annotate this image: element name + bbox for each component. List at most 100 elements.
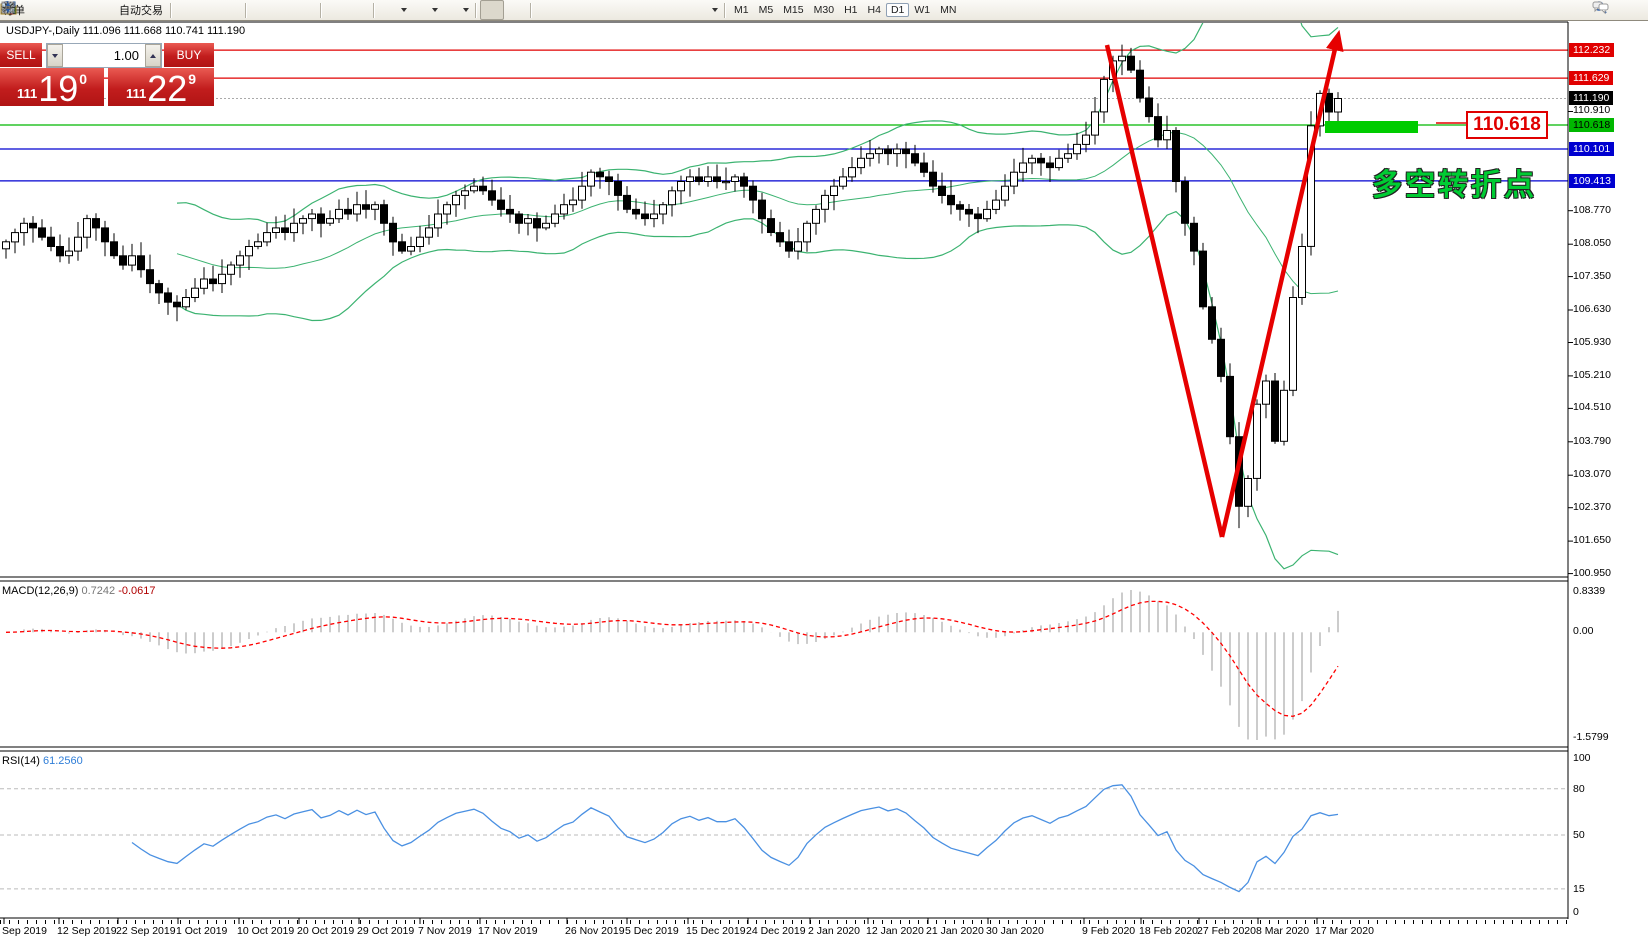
label-icon[interactable]: T: [667, 1, 689, 19]
buy-button[interactable]: BUY: [164, 43, 214, 67]
date-label: 27 Feb 2020: [1197, 925, 1256, 937]
date-label: 9 Feb 2020: [1082, 925, 1135, 937]
line-chart-icon[interactable]: [219, 1, 241, 19]
toolbar-separator: [475, 3, 476, 18]
macd-axis-zero: 0.00: [1573, 625, 1593, 637]
turning-point-annotation[interactable]: 多空转折点: [1372, 160, 1537, 204]
date-label: 22 Sep 2019: [116, 925, 176, 937]
market-icon[interactable]: [94, 1, 116, 19]
periods-icon[interactable]: [409, 1, 431, 19]
chart-shift-icon[interactable]: [347, 1, 369, 19]
toolbar-separator: [373, 3, 374, 18]
price-tick-label: 107.350: [1573, 270, 1611, 282]
sell-price-sup: 0: [79, 71, 87, 87]
tf-d1[interactable]: D1: [886, 3, 909, 17]
rsi-axis-label: 15: [1573, 883, 1585, 895]
text-icon[interactable]: A: [645, 1, 667, 19]
bar-chart-icon[interactable]: [175, 1, 197, 19]
search-icon[interactable]: [1592, 1, 1614, 19]
zoom-in-icon[interactable]: [250, 1, 272, 19]
templates-dropdown-caret[interactable]: [463, 8, 469, 12]
autotrade-button[interactable]: 自动交易: [116, 2, 166, 18]
new-order-button[interactable]: 订单: [0, 2, 28, 18]
macd-label: MACD(12,26,9) 0.7242 -0.0617: [2, 585, 156, 597]
date-label: 12 Sep 2019: [57, 925, 117, 937]
price-tick-label: 100.950: [1573, 567, 1611, 579]
date-label: 29 Oct 2019: [357, 925, 414, 937]
tf-mn[interactable]: MN: [935, 3, 961, 17]
macd-main-value: 0.7242: [81, 585, 115, 597]
date-label: 17 Mar 2020: [1315, 925, 1374, 937]
tf-m15[interactable]: M15: [778, 3, 808, 17]
auto-scroll-icon[interactable]: [325, 1, 347, 19]
fibonacci-icon[interactable]: F: [623, 1, 645, 19]
price-level-callout[interactable]: 110.618: [1466, 111, 1548, 139]
periods-dropdown-caret[interactable]: [432, 8, 438, 12]
time-axis-ticks: [0, 920, 1568, 924]
templates-icon[interactable]: [440, 1, 462, 19]
tf-h4[interactable]: H4: [863, 3, 886, 17]
indicators-dropdown-caret[interactable]: [401, 8, 407, 12]
rsi-value: 61.2560: [43, 755, 83, 767]
toolbar-separator: [245, 3, 246, 18]
toolbar-separator: [320, 3, 321, 18]
arrows-dropdown-caret[interactable]: [712, 8, 718, 12]
toolbar-separator: [170, 3, 171, 18]
rsi-name: RSI(14): [2, 755, 40, 767]
cursor-icon[interactable]: [480, 0, 504, 20]
price-tick-label: 104.510: [1573, 401, 1611, 413]
tf-m1[interactable]: M1: [729, 3, 754, 17]
new-order-icon[interactable]: [28, 1, 50, 19]
volume-stepper[interactable]: 1.00: [46, 43, 162, 68]
date-label: 26 Nov 2019: [565, 925, 625, 937]
vertical-line-icon[interactable]: [535, 1, 557, 19]
price-line-label: 111.629: [1569, 71, 1613, 85]
sell-price-panel[interactable]: 111 19 0: [0, 68, 104, 106]
horizontal-line-icon[interactable]: [557, 1, 579, 19]
volume-value[interactable]: 1.00: [63, 44, 145, 67]
one-click-trading-panel: SELL BUY 1.00 111 19 0 111 22 9: [0, 43, 214, 105]
tf-w1[interactable]: W1: [909, 3, 935, 17]
price-line-label: 112.232: [1569, 43, 1614, 57]
toolbar-separator: [724, 3, 725, 18]
trendline-icon[interactable]: [579, 1, 601, 19]
channel-icon[interactable]: E: [601, 1, 623, 19]
crosshair-icon[interactable]: [504, 1, 526, 19]
main-toolbar: 订单 自动交易 E F A T: [0, 0, 1648, 21]
rsi-axis-label: 0: [1573, 906, 1579, 918]
buy-price-base: 111: [126, 86, 146, 101]
date-label: 10 Oct 2019: [237, 925, 294, 937]
tf-m5[interactable]: M5: [754, 3, 779, 17]
price-line-label: 110.101: [1569, 142, 1614, 156]
date-label: 24 Dec 2019: [746, 925, 806, 937]
price-line-label: 109.413: [1569, 174, 1615, 188]
buy-price-panel[interactable]: 111 22 9: [108, 68, 214, 106]
buy-price-sup: 9: [188, 71, 196, 87]
buy-price-big: 22: [147, 72, 187, 105]
candle-chart-icon[interactable]: [197, 1, 219, 19]
tf-m30[interactable]: M30: [809, 3, 839, 17]
mt4-window: 订单 自动交易 E F A T: [0, 0, 1648, 942]
volume-increase-button[interactable]: [145, 44, 161, 67]
indicators-icon[interactable]: [378, 1, 400, 19]
date-label: 15 Dec 2019: [686, 925, 746, 937]
price-tick-label: 110.910: [1573, 104, 1610, 116]
price-tick-label: 103.790: [1573, 435, 1611, 447]
date-label: 17 Nov 2019: [478, 925, 538, 937]
macd-axis-max: 0.8339: [1573, 585, 1605, 597]
tf-h1[interactable]: H1: [839, 3, 862, 17]
price-tick-label: 102.370: [1573, 501, 1611, 513]
date-label: 30 Jan 2020: [986, 925, 1044, 937]
mql-community-icon[interactable]: [50, 1, 72, 19]
date-label: 12 Jan 2020: [866, 925, 924, 937]
price-tick-label: 108.050: [1573, 237, 1611, 249]
toolbar-separator: [530, 3, 531, 18]
price-line-label: 111.190: [1569, 91, 1613, 105]
zoom-out-icon[interactable]: [272, 1, 294, 19]
sell-button[interactable]: SELL: [0, 43, 42, 67]
tile-windows-icon[interactable]: [294, 1, 316, 19]
volume-decrease-button[interactable]: [47, 44, 63, 67]
arrows-icon[interactable]: [689, 1, 711, 19]
chat-icon[interactable]: [1622, 1, 1644, 19]
signals-icon[interactable]: [72, 1, 94, 19]
